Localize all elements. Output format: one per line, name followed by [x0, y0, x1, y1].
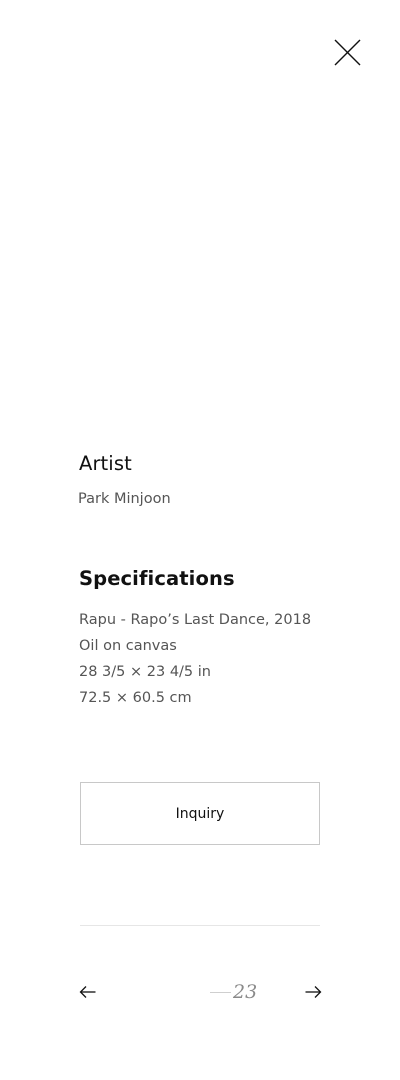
page-indicator: 23 [210, 979, 257, 1005]
divider [80, 925, 320, 926]
specifications-list: Rapu - Rapo’s Last Dance, 2018 Oil on ca… [79, 607, 311, 711]
artwork-medium: Oil on canvas [79, 638, 177, 654]
inquiry-button[interactable]: Inquiry [80, 782, 320, 845]
arrow-left-icon [79, 986, 96, 998]
arrow-right-icon [305, 986, 322, 998]
artist-heading: Artist [79, 452, 132, 475]
page-dash [210, 991, 231, 993]
specifications-heading: Specifications [79, 567, 235, 590]
page-number: 23 [233, 981, 258, 1003]
close-icon [334, 39, 361, 66]
artist-name: Park Minjoon [78, 491, 171, 507]
close-button[interactable] [331, 36, 365, 70]
artwork-title-year: Rapu - Rapo’s Last Dance, 2018 [79, 612, 312, 628]
previous-button[interactable] [79, 984, 97, 1000]
artwork-size-inches: 28 3/5 × 23 4/5 in [79, 664, 211, 680]
next-button[interactable] [304, 984, 322, 1000]
artwork-size-cm: 72.5 × 60.5 cm [79, 690, 192, 706]
